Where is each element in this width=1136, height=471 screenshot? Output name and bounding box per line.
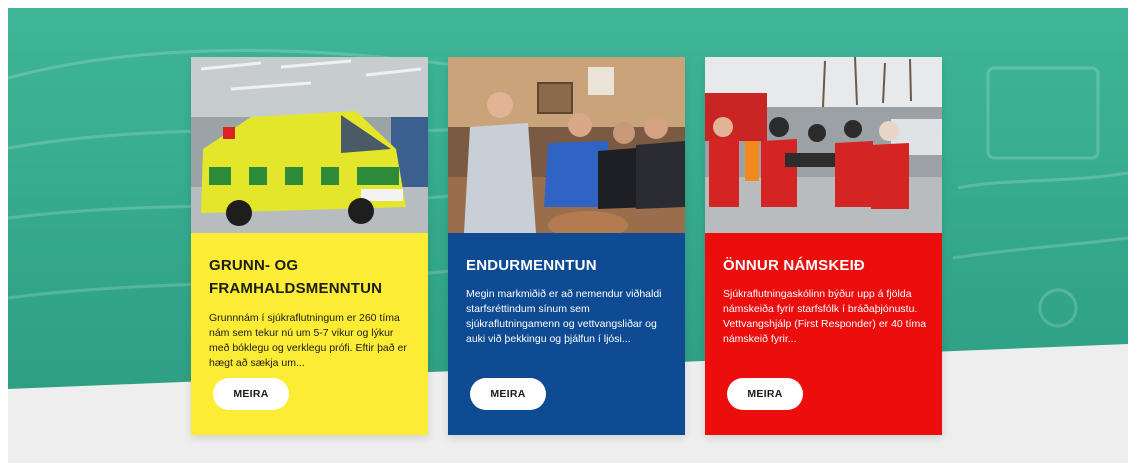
card-title: GRUNN- OG FRAMHALDSMENNTUN bbox=[209, 257, 383, 297]
course-card-other: ÖNNUR NÁMSKEIÐ Sjúkraflutningaskólinn bý… bbox=[705, 57, 942, 435]
more-button[interactable]: MEIRA bbox=[727, 378, 803, 410]
rescue-photo bbox=[705, 57, 942, 233]
card-title: ÖNNUR NÁMSKEIÐ bbox=[723, 257, 865, 274]
card-description: Sjúkraflutningaskólinn býður upp á fjöld… bbox=[723, 288, 927, 345]
course-card-continuing: ENDURMENNTUN Megin markmiðið er að nemen… bbox=[448, 57, 685, 435]
more-button[interactable]: MEIRA bbox=[213, 378, 289, 410]
education-section: GRUNN- OG FRAMHALDSMENNTUN Grunnnám í sj… bbox=[8, 8, 1128, 463]
training-photo bbox=[448, 57, 685, 233]
card-title: ENDURMENNTUN bbox=[466, 257, 597, 274]
more-button[interactable]: MEIRA bbox=[470, 378, 546, 410]
card-description: Megin markmiðið er að nemendur viðhaldi … bbox=[466, 288, 662, 345]
card-description: Grunnnám í sjúkraflutningum er 260 tíma … bbox=[209, 312, 407, 369]
ambulance-photo bbox=[191, 57, 428, 233]
course-card-basic: GRUNN- OG FRAMHALDSMENNTUN Grunnnám í sj… bbox=[191, 57, 428, 435]
